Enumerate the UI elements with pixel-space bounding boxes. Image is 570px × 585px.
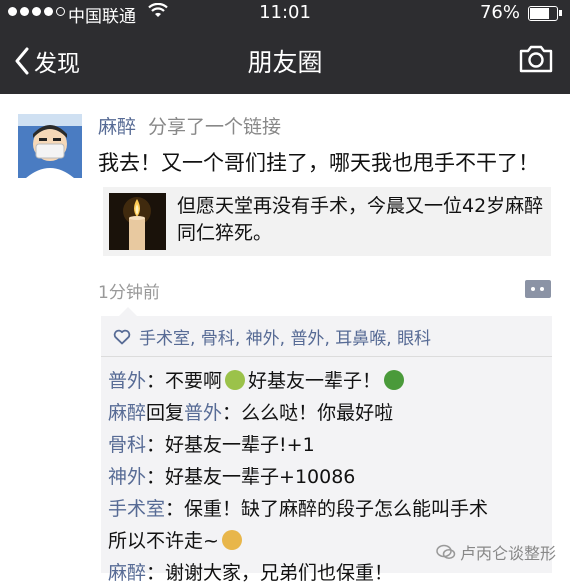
- link-title: 但愿天堂再没有手术，今晨又一位42岁麻醉同仁猝死。: [177, 195, 544, 244]
- comment-author[interactable]: 神外: [108, 466, 146, 488]
- comment-author[interactable]: 麻醉: [108, 402, 146, 424]
- wechat-logo-icon: [436, 544, 456, 559]
- comment-item[interactable]: 麻醉：谢谢大家，兄弟们也保重！: [108, 558, 393, 585]
- likes-and-comments: 手术室, 骨科, 神外, 普外, 耳鼻喉, 眼科 普外：不要啊 好基友一辈子！ 麻…: [101, 307, 552, 584]
- comment-item[interactable]: 神外：好基友一辈子+10086: [108, 462, 355, 489]
- like-name[interactable]: 骨科: [201, 329, 235, 349]
- page-title: 朋友圈: [247, 48, 323, 77]
- comment-text: 好基友一辈子+10086: [165, 466, 356, 488]
- comment-item[interactable]: 骨科：好基友一辈子!+1: [108, 430, 315, 457]
- nav-bar: 发现 朋友圈: [0, 26, 570, 94]
- comment-text: 所以不许走~: [108, 530, 219, 552]
- shared-link-card[interactable]: 但愿天堂再没有手术，今晨又一位42岁麻醉同仁猝死。: [103, 187, 551, 256]
- like-name[interactable]: 耳鼻喉: [335, 329, 386, 349]
- comment-continuation: 所以不许走~: [108, 526, 245, 553]
- status-bar: 中国联通 11:01 76%: [0, 0, 570, 27]
- comment-author[interactable]: 麻醉: [108, 562, 146, 584]
- comment-text: 不要啊: [165, 370, 223, 392]
- comment-author[interactable]: 手术室: [108, 498, 165, 520]
- comment-text: 么么哒！你最好啦: [241, 402, 394, 424]
- watermark-text: 卢丙仑谈整形: [459, 544, 556, 563]
- heart-icon: [113, 329, 131, 344]
- camera-icon[interactable]: [518, 44, 554, 74]
- battery-percent: 76%: [479, 2, 520, 23]
- like-name[interactable]: 普外: [290, 329, 324, 349]
- watermark: 卢丙仑谈整形: [436, 540, 556, 564]
- battery-icon: [528, 6, 562, 21]
- comment-text: 保重！缺了麻醉的段子怎么能叫手术: [184, 498, 489, 520]
- post-action: 分享了一个链接: [148, 116, 282, 138]
- avatar[interactable]: [18, 114, 82, 178]
- like-name[interactable]: 手术室: [139, 329, 190, 349]
- comment-reply-to[interactable]: 普外: [184, 402, 222, 424]
- turtle-emoji-icon: [384, 370, 405, 390]
- post-header: 麻醉 分享了一个链接: [98, 112, 281, 139]
- comment-text: 好基友一辈子!+1: [165, 434, 315, 456]
- comment-author[interactable]: 普外: [108, 370, 146, 392]
- avatar-doctor-icon: [18, 114, 82, 178]
- comment-text: 好基友一辈子！: [248, 370, 382, 392]
- post-text: 我去！又一个哥们挂了，哪天我也甩手不干了！: [98, 151, 539, 175]
- angry-emoji-icon: [225, 370, 246, 390]
- post-username[interactable]: 麻醉: [98, 116, 136, 138]
- comment-item[interactable]: 手术室：保重！缺了麻醉的段子怎么能叫手术: [108, 494, 488, 521]
- candle-icon: [109, 193, 166, 250]
- candle-thumbnail: [109, 193, 166, 250]
- divider: [101, 356, 552, 357]
- post-time: 1分钟前: [98, 283, 160, 303]
- comment-item[interactable]: 普外：不要啊 好基友一辈子！: [108, 366, 407, 393]
- comment-text: 谢谢大家，兄弟们也保重！: [165, 562, 394, 584]
- comment-author[interactable]: 骨科: [108, 434, 146, 456]
- like-name[interactable]: 眼科: [397, 329, 431, 349]
- like-name[interactable]: 神外: [246, 329, 280, 349]
- grin-emoji-icon: [221, 530, 242, 550]
- comment-more-icon[interactable]: [525, 280, 551, 298]
- comment-item[interactable]: 麻醉回复普外：么么哒！你最好啦: [108, 398, 393, 425]
- likes-list: 手术室, 骨科, 神外, 普外, 耳鼻喉, 眼科: [113, 324, 431, 349]
